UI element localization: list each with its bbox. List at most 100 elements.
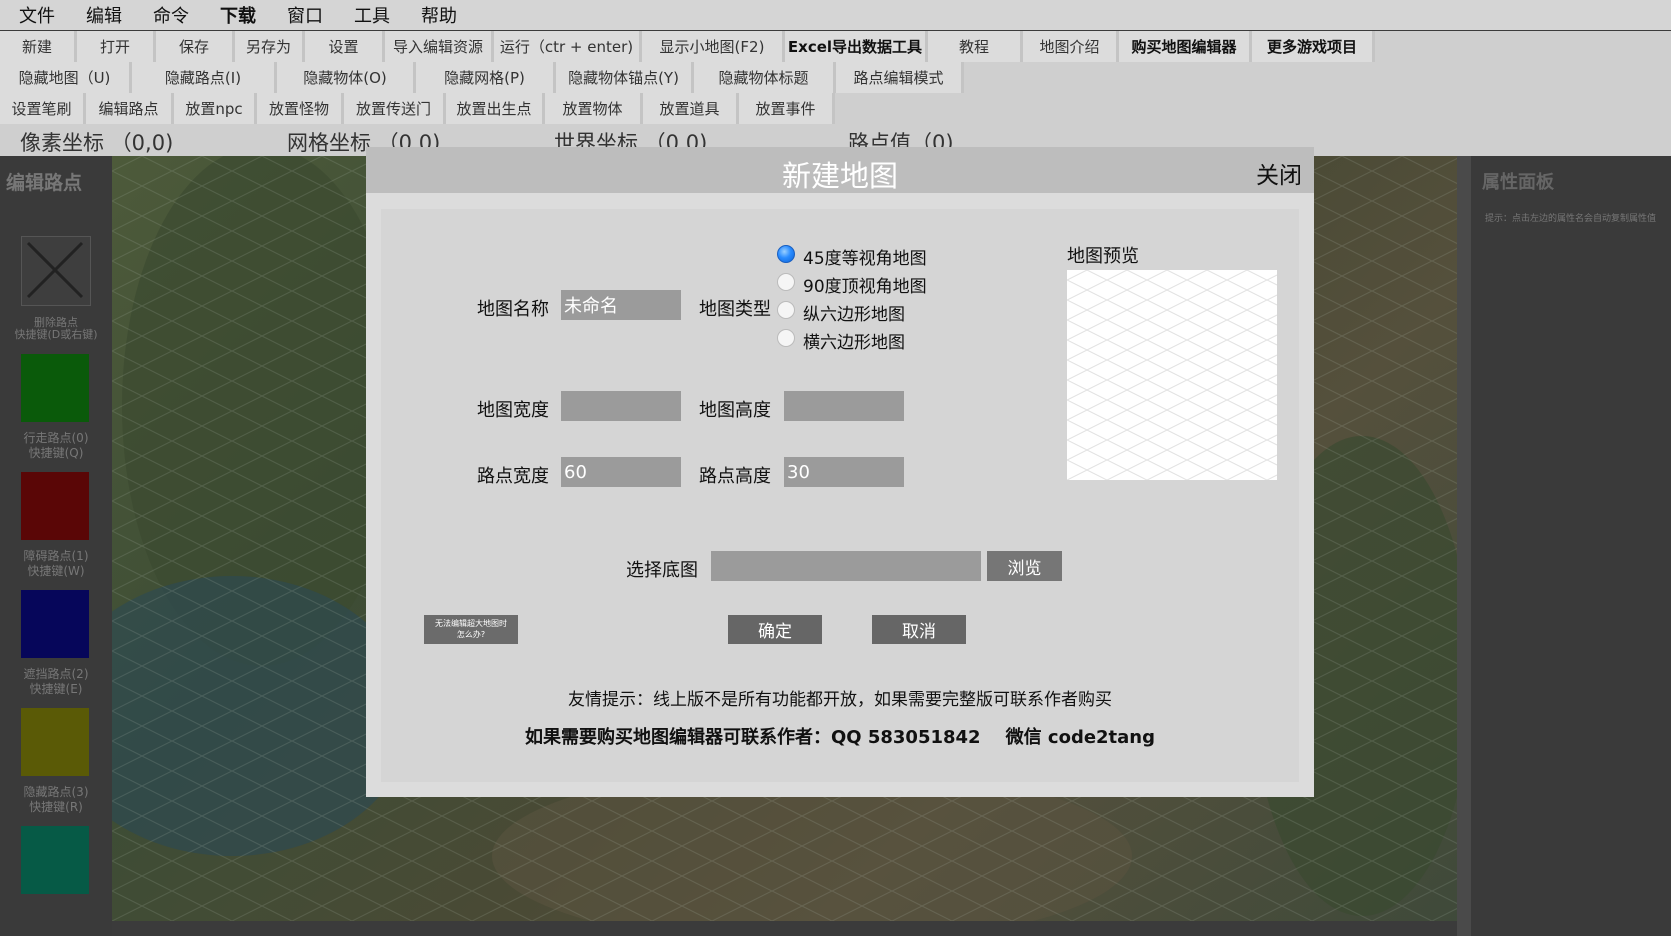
map-type-radio-top90[interactable] (777, 273, 795, 291)
place-item-button[interactable]: 放置道具 (643, 93, 739, 124)
cover-waypoint-swatch[interactable] (21, 590, 89, 658)
hide-map-button[interactable]: 隐藏地图（U) (0, 62, 132, 93)
placement-toolbar: 设置笔刷 编辑路点 放置npc 放置怪物 放置传送门 放置出生点 放置物体 放置… (0, 93, 1671, 124)
excel-export-button[interactable]: Excel导出数据工具 (785, 31, 928, 62)
map-width-input[interactable] (561, 391, 681, 421)
waypoint-panel: 编辑路点 删除路点 快捷键(D或右键) 行走路点(0) 快捷键(Q) 障碍路点(… (0, 156, 112, 936)
cover-waypoint-shortcut: 快捷键(E) (29, 682, 83, 696)
walk-waypoint-swatch[interactable] (21, 354, 89, 422)
more-games-button[interactable]: 更多游戏项目 (1252, 31, 1375, 62)
map-preview (1067, 270, 1277, 480)
map-height-label: 地图高度 (699, 400, 771, 421)
menu-window[interactable]: 窗口 (268, 2, 335, 28)
hidden-waypoint-label: 隐藏路点(3) (23, 785, 89, 799)
large-map-help-line2: 怎么办? (456, 630, 486, 639)
map-type-vhex-label: 纵六边形地图 (803, 305, 905, 325)
place-monster-button[interactable]: 放置怪物 (257, 93, 344, 124)
settings-button[interactable]: 设置 (305, 31, 385, 62)
properties-panel: 属性面板 提示：点击左边的属性名会自动复制属性值 (1471, 156, 1671, 936)
tile-height-input[interactable] (784, 457, 904, 487)
cancel-button[interactable]: 取消 (872, 615, 966, 644)
tile-height-label: 路点高度 (699, 466, 771, 487)
hide-objects-button[interactable]: 隐藏物体(O) (277, 62, 416, 93)
save-button[interactable]: 保存 (156, 31, 235, 62)
map-type-radio-hhex[interactable] (777, 329, 795, 347)
import-resources-button[interactable]: 导入编辑资源 (385, 31, 494, 62)
map-type-radio-iso45[interactable] (777, 245, 795, 263)
menu-file[interactable]: 文件 (0, 2, 67, 28)
map-name-input[interactable] (561, 290, 681, 320)
visibility-toolbar: 隐藏地图（U) 隐藏路点(I) 隐藏物体(O) 隐藏网格(P) 隐藏物体锚点(Y… (0, 62, 1671, 93)
canvas-scrollbar[interactable] (1457, 156, 1471, 936)
place-object-button[interactable]: 放置物体 (545, 93, 643, 124)
tile-width-input[interactable] (561, 457, 681, 487)
edit-waypoints-button[interactable]: 编辑路点 (86, 93, 174, 124)
tile-width-label: 路点宽度 (477, 466, 549, 487)
dialog-body: 地图名称 地图类型 45度等视角地图 90度顶视角地图 纵六边形地图 横六边形地… (381, 209, 1299, 782)
place-spawn-button[interactable]: 放置出生点 (446, 93, 545, 124)
cover-waypoint-label: 遮挡路点(2) (23, 667, 89, 681)
map-type-radio-vhex[interactable] (777, 301, 795, 319)
place-npc-button[interactable]: 放置npc (174, 93, 257, 124)
dialog-header: 新建地图 关闭 (366, 147, 1314, 193)
delete-waypoint-swatch[interactable] (21, 236, 91, 306)
map-preview-label: 地图预览 (1067, 246, 1139, 267)
block-waypoint-label: 障碍路点(1) (23, 549, 89, 563)
menu-download[interactable]: 下载 (201, 2, 268, 28)
menu-bar: 文件 编辑 命令 下载 窗口 工具 帮助 (0, 0, 1671, 30)
menu-edit[interactable]: 编辑 (67, 2, 134, 28)
menu-help[interactable]: 帮助 (402, 2, 469, 28)
block-waypoint-swatch[interactable] (21, 472, 89, 540)
block-waypoint-shortcut: 快捷键(W) (27, 564, 85, 578)
map-width-label: 地图宽度 (477, 400, 549, 421)
menu-tools[interactable]: 工具 (335, 2, 402, 28)
hidden-waypoint-swatch[interactable] (21, 708, 89, 776)
hide-waypoints-button[interactable]: 隐藏路点(I) (132, 62, 277, 93)
map-type-hhex-label: 横六边形地图 (803, 333, 905, 353)
walk-waypoint-label: 行走路点(0) (23, 431, 89, 445)
large-map-help-button[interactable]: 无法编辑超大地图时 怎么办? (424, 615, 518, 644)
properties-title: 属性面板 (1482, 172, 1554, 193)
extra-waypoint-swatch[interactable] (21, 826, 89, 894)
waypoint-edit-mode-button[interactable]: 路点编辑模式 (836, 62, 964, 93)
minimap-button[interactable]: 显示小地图(F2) (642, 31, 785, 62)
place-portal-button[interactable]: 放置传送门 (344, 93, 446, 124)
map-type-label: 地图类型 (699, 299, 771, 320)
main-toolbar: 新建 打开 保存 另存为 设置 导入编辑资源 运行（ctr + enter) 显… (0, 31, 1671, 62)
hide-grid-button[interactable]: 隐藏网格(P) (416, 62, 556, 93)
preview-iso-grid (1067, 270, 1277, 480)
tutorial-button[interactable]: 教程 (928, 31, 1023, 62)
walk-waypoint-shortcut: 快捷键(Q) (28, 446, 84, 460)
new-map-dialog: 新建地图 关闭 地图名称 地图类型 45度等视角地图 90度顶视角地图 纵六边形… (366, 147, 1314, 797)
hidden-waypoint-shortcut: 快捷键(R) (29, 800, 83, 814)
delete-waypoint-shortcut: 快捷键(D或右键) (14, 328, 98, 341)
waypoint-panel-title: 编辑路点 (6, 172, 83, 194)
map-type-iso45-label: 45度等视角地图 (803, 249, 927, 269)
map-type-top90-label: 90度顶视角地图 (803, 277, 927, 297)
browse-button[interactable]: 浏览 (987, 551, 1062, 581)
buy-editor-button[interactable]: 购买地图编辑器 (1119, 31, 1252, 62)
background-image-input[interactable] (711, 551, 981, 581)
open-button[interactable]: 打开 (77, 31, 156, 62)
map-height-input[interactable] (784, 391, 904, 421)
dialog-title: 新建地图 (781, 159, 898, 193)
hide-anchors-button[interactable]: 隐藏物体锚点(Y) (556, 62, 694, 93)
large-map-help-line1: 无法编辑超大地图时 (435, 619, 507, 628)
place-event-button[interactable]: 放置事件 (739, 93, 835, 124)
properties-hint: 提示：点击左边的属性名会自动复制属性值 (1485, 214, 1657, 224)
delete-x-icon (26, 241, 84, 299)
brush-settings-button[interactable]: 设置笔刷 (0, 93, 86, 124)
map-name-label: 地图名称 (477, 299, 549, 320)
run-button[interactable]: 运行（ctr + enter) (494, 31, 642, 62)
online-version-tip: 友情提示：线上版不是所有功能都开放，如果需要完整版可联系作者购买 (568, 690, 1112, 710)
hide-object-titles-button[interactable]: 隐藏物体标题 (694, 62, 836, 93)
background-image-label: 选择底图 (626, 560, 698, 581)
confirm-button[interactable]: 确定 (728, 615, 822, 644)
dialog-close-button[interactable]: 关闭 (1256, 156, 1302, 190)
new-button[interactable]: 新建 (0, 31, 77, 62)
contact-info: 如果需要购买地图编辑器可联系作者：QQ 583051842 微信 code2ta… (524, 727, 1156, 748)
map-intro-button[interactable]: 地图介绍 (1023, 31, 1119, 62)
menu-command[interactable]: 命令 (134, 2, 201, 28)
save-as-button[interactable]: 另存为 (235, 31, 305, 62)
map-editor-app: 文件 编辑 命令 下载 窗口 工具 帮助 新建 打开 保存 另存为 设置 导入编… (0, 0, 1671, 936)
